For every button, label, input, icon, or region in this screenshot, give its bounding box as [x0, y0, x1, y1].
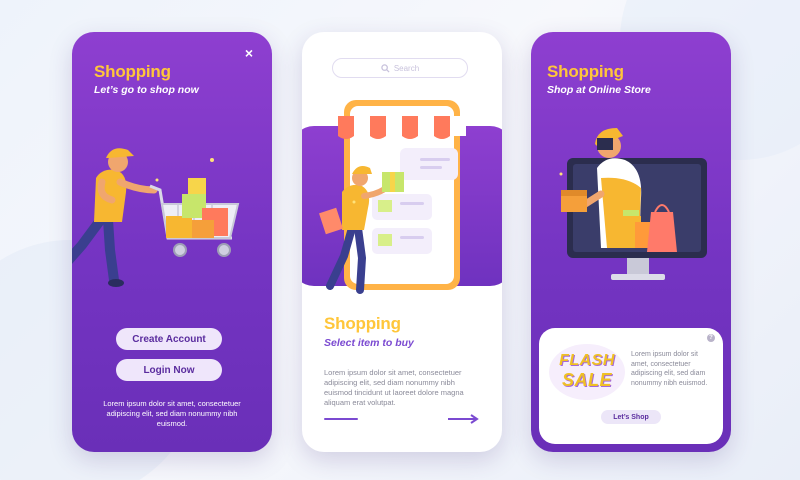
- screen-subtitle: Let’s go to shop now: [94, 84, 199, 96]
- courier-from-monitor-illustration: [559, 128, 707, 280]
- arrow-right-icon[interactable]: [446, 412, 480, 426]
- onboarding-screen-online-store: Shopping Shop at Online Store ? FLASH SA…: [531, 32, 731, 452]
- flash-sale-card: ? FLASH SALE Lorem ipsum dolor sit amet,…: [539, 328, 723, 444]
- screen-subtitle: Shop at Online Store: [547, 84, 651, 96]
- search-icon: [381, 63, 390, 73]
- page-indicator: [324, 418, 358, 420]
- onboarding-screen-select-item: Search Shopping Select item to buy Lorem…: [302, 32, 502, 452]
- screen-title: Shopping: [324, 314, 401, 333]
- login-button[interactable]: Login Now: [116, 359, 222, 381]
- online-store-illustration: [319, 100, 466, 294]
- close-icon[interactable]: ×: [242, 46, 256, 60]
- create-account-button[interactable]: Create Account: [116, 328, 222, 350]
- shopper-with-cart-illustration: [72, 148, 240, 287]
- onboarding-screen-create-account: × Shopping Let’s go to shop now Create A…: [72, 32, 272, 452]
- screen-title: Shopping: [94, 62, 171, 81]
- description-text: Lorem ipsum dolor sit amet, consectetuer…: [631, 351, 708, 387]
- flash-sale-badge: FLASH SALE: [549, 344, 625, 400]
- description-text: Lorem ipsum dolor sit amet, consectetuer…: [324, 368, 464, 407]
- search-placeholder: Search: [393, 63, 420, 73]
- search-input[interactable]: Search: [332, 58, 468, 78]
- screen-title: Shopping: [547, 62, 624, 81]
- help-icon[interactable]: ?: [707, 334, 715, 342]
- lets-shop-button[interactable]: Let’s Shop: [601, 410, 661, 424]
- sale-label: SALE: [561, 370, 612, 390]
- description-text: Lorem ipsum dolor sit amet, consectetuer…: [103, 399, 241, 428]
- screen-subtitle: Select item to buy: [324, 337, 414, 349]
- flash-label: FLASH: [559, 352, 615, 369]
